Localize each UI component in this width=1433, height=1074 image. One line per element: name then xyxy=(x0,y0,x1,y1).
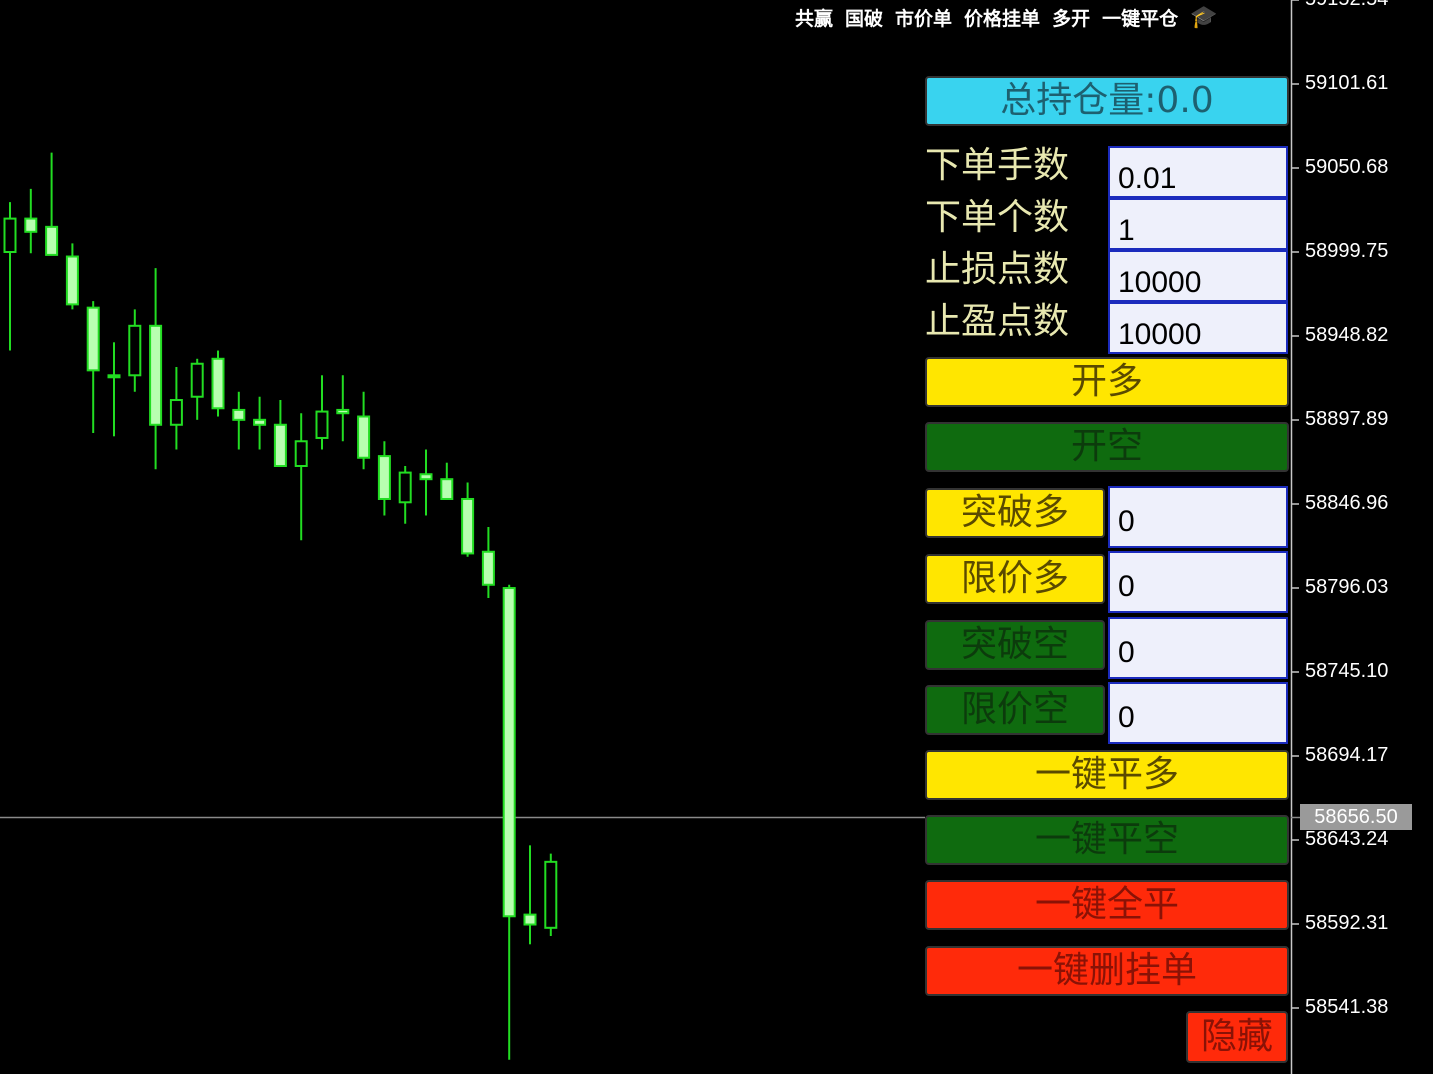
candle-body xyxy=(357,415,371,459)
candle-body xyxy=(3,217,17,253)
candle-body xyxy=(24,217,38,233)
candle-body xyxy=(315,410,329,439)
candle-body xyxy=(398,471,412,504)
breakout-short-button[interactable]: 突破空 xyxy=(925,620,1105,670)
candle-body xyxy=(523,913,537,926)
price-axis-label: 58897.89 xyxy=(1305,408,1389,430)
breakout-short-input[interactable] xyxy=(1108,617,1288,679)
candle-body xyxy=(128,324,142,377)
price-axis-label: 59152.54 xyxy=(1305,0,1388,11)
limit-long-button[interactable]: 限价多 xyxy=(925,554,1105,604)
take-profit-input[interactable] xyxy=(1108,302,1288,354)
price-axis-label: 58999.75 xyxy=(1305,240,1389,262)
price-axis-label: 58592.31 xyxy=(1305,912,1389,934)
graduation-cap-icon[interactable]: 🎓 xyxy=(1190,5,1217,30)
price-axis-label: 58643.24 xyxy=(1305,828,1389,850)
menu-item-market-order[interactable]: 市价单 xyxy=(895,4,952,31)
limit-short-button[interactable]: 限价空 xyxy=(925,685,1105,735)
close-all-button[interactable]: 一键全平 xyxy=(925,880,1289,930)
candle-body xyxy=(169,399,183,426)
candle-body xyxy=(419,473,433,481)
price-axis-label: 58846.96 xyxy=(1305,492,1389,514)
price-axis-label: 58541.38 xyxy=(1305,996,1389,1018)
menu-item-gongying[interactable]: 共赢 xyxy=(795,4,833,31)
price-axis-label: 58745.10 xyxy=(1305,660,1389,682)
stop-loss-input[interactable] xyxy=(1108,250,1288,302)
price-axis-label: 59050.68 xyxy=(1305,156,1389,178)
candle-body xyxy=(336,408,350,415)
breakout-long-button[interactable]: 突破多 xyxy=(925,488,1105,538)
candle-body xyxy=(211,357,225,410)
menu-item-multi-open[interactable]: 多开 xyxy=(1052,4,1090,31)
close-long-button[interactable]: 一键平多 xyxy=(925,750,1289,800)
close-short-button[interactable]: 一键平空 xyxy=(925,815,1289,865)
total-position-display: 总持仓量:0.0 xyxy=(925,76,1289,126)
trading-terminal: 共赢 国破 市价单 价格挂单 多开 一键平仓 🎓 59152.54 59101.… xyxy=(0,0,1433,1074)
hide-button[interactable]: 隐藏 xyxy=(1186,1011,1288,1063)
candle-body xyxy=(253,418,267,426)
price-axis-label: 58694.17 xyxy=(1305,744,1389,766)
candle-body xyxy=(149,324,163,426)
stop-loss-label: 止损点数 xyxy=(925,249,1070,290)
price-axis-label: 58948.82 xyxy=(1305,324,1389,346)
candle-body xyxy=(294,440,308,467)
open-long-button[interactable]: 开多 xyxy=(925,357,1289,407)
candle-body xyxy=(544,860,558,929)
order-count-label: 下单个数 xyxy=(925,197,1070,238)
lot-size-label: 下单手数 xyxy=(925,145,1070,186)
open-short-button[interactable]: 开空 xyxy=(925,422,1289,472)
price-axis-label: 58796.03 xyxy=(1305,576,1389,598)
menu-item-pending-order[interactable]: 价格挂单 xyxy=(964,4,1040,31)
breakout-long-input[interactable] xyxy=(1108,486,1288,548)
candle-body xyxy=(107,374,121,379)
candle-body xyxy=(273,423,287,467)
candle-body xyxy=(481,550,495,586)
candle-body xyxy=(45,225,59,256)
candle-body xyxy=(502,587,516,918)
take-profit-label: 止盈点数 xyxy=(925,301,1070,342)
candle-body xyxy=(377,455,391,500)
price-axis-label: 59101.61 xyxy=(1305,72,1389,94)
menu-item-guopo[interactable]: 国破 xyxy=(845,4,883,31)
candle-body xyxy=(86,306,100,372)
menu-item-close-all[interactable]: 一键平仓 xyxy=(1102,4,1178,31)
delete-pending-button[interactable]: 一键删挂单 xyxy=(925,946,1289,996)
lot-size-input[interactable] xyxy=(1108,146,1288,198)
limit-long-input[interactable] xyxy=(1108,551,1288,613)
candle-body xyxy=(440,478,454,500)
candle-body xyxy=(190,362,204,398)
order-count-input[interactable] xyxy=(1108,198,1288,250)
candle-body xyxy=(65,255,79,306)
current-price-tag: 58656.50 xyxy=(1300,804,1412,830)
candle-body xyxy=(232,408,246,421)
limit-short-input[interactable] xyxy=(1108,682,1288,744)
candles-group xyxy=(3,152,558,1060)
candle-body xyxy=(461,497,475,555)
top-menu: 共赢 国破 市价单 价格挂单 多开 一键平仓 🎓 xyxy=(795,4,1218,31)
